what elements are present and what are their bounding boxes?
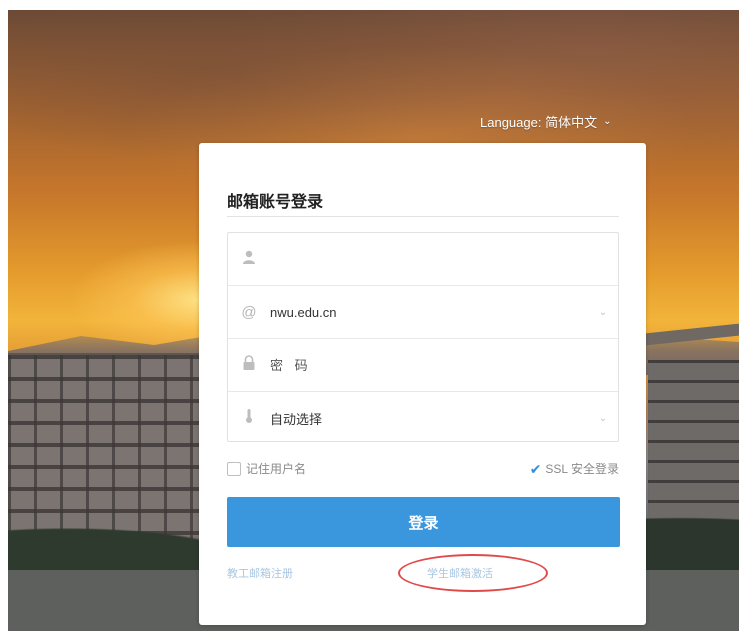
- student-activate-link[interactable]: 学生邮箱激活: [427, 565, 493, 581]
- login-button[interactable]: 登录: [227, 497, 620, 547]
- chevron-down-icon: ⌄: [598, 306, 608, 318]
- mode-row[interactable]: 自动选择 ⌄: [228, 392, 618, 444]
- remember-username[interactable]: 记住用户名: [227, 460, 306, 477]
- username-row[interactable]: [228, 233, 618, 286]
- password-row[interactable]: [228, 339, 618, 392]
- staff-register-link[interactable]: 教工邮箱注册: [227, 565, 293, 581]
- lock-icon: [228, 355, 270, 375]
- login-card: 邮箱账号登录 @ nwu.edu.cn ⌄ 自动选择 ⌄ 记住用户名 ✔ SSL…: [199, 143, 646, 625]
- remember-label: 记住用户名: [246, 462, 307, 476]
- checkmark-icon[interactable]: ✔: [530, 462, 542, 476]
- chevron-down-icon: ⌄: [598, 412, 608, 424]
- language-label: Language: 简体中文: [480, 115, 598, 130]
- login-title: 邮箱账号登录: [227, 194, 324, 211]
- language-selector[interactable]: Language: 简体中文 ⌄: [480, 112, 611, 131]
- login-fields: @ nwu.edu.cn ⌄ 自动选择 ⌄: [227, 232, 619, 442]
- username-input[interactable]: [270, 251, 618, 267]
- thermometer-icon: [228, 408, 270, 428]
- divider: [227, 216, 619, 217]
- password-input[interactable]: [270, 357, 618, 373]
- chevron-down-icon: ⌄: [603, 116, 612, 127]
- at-icon: @: [241, 303, 257, 321]
- user-icon: [228, 249, 270, 269]
- login-options: 记住用户名 ✔ SSL 安全登录: [227, 458, 619, 478]
- ssl-login[interactable]: ✔ SSL 安全登录: [530, 460, 619, 477]
- domain-row[interactable]: @ nwu.edu.cn ⌄: [228, 286, 618, 339]
- domain-select[interactable]: nwu.edu.cn: [270, 305, 588, 320]
- ssl-label: SSL 安全登录: [545, 462, 619, 476]
- mode-select[interactable]: 自动选择: [270, 409, 588, 428]
- remember-checkbox[interactable]: [227, 461, 241, 476]
